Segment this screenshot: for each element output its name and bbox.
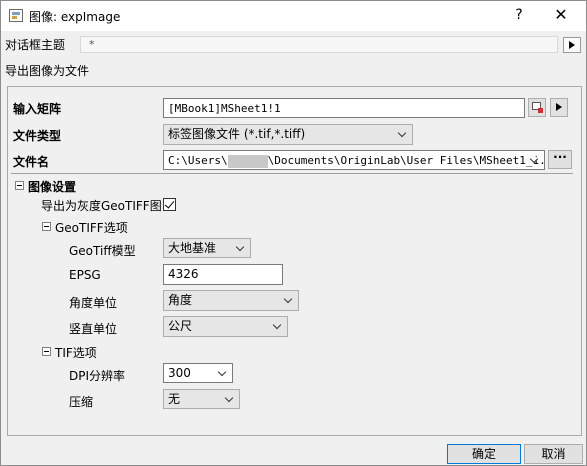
browse-button[interactable]: ··· [548, 150, 572, 169]
title-bar: 图像: expImage ? ✕ [1, 1, 586, 31]
epsg-label: EPSG [69, 268, 101, 282]
ok-button[interactable]: 确定 [447, 444, 521, 464]
file-name-prefix: C:\Users\ [168, 154, 228, 167]
theme-field[interactable]: * [80, 36, 558, 53]
window-title: 图像: expImage [29, 10, 121, 24]
vertical-unit-dropdown[interactable]: 公尺 [163, 316, 288, 337]
theme-value: * [89, 38, 95, 51]
vertical-unit-label: 竖直单位 [69, 322, 118, 336]
select-range-icon[interactable] [528, 98, 546, 117]
file-type-value: 标签图像文件 (*.tif,*.tiff) [168, 127, 306, 141]
chevron-down-icon [272, 320, 282, 330]
theme-menu-button[interactable] [563, 37, 581, 53]
input-matrix-field[interactable]: [MBook1]MSheet1!1 [163, 98, 525, 118]
collapse-geotiff-icon[interactable] [42, 222, 51, 231]
theme-label: 对话框主题 [5, 38, 66, 52]
redacted-username [227, 154, 268, 168]
geotiff-model-label: GeoTiff模型 [69, 244, 136, 258]
file-name-label: 文件名 [13, 155, 50, 169]
dpi-label: DPI分辨率 [69, 369, 126, 383]
epsg-input[interactable]: 4326 [163, 264, 283, 285]
dpi-value: 300 [168, 366, 191, 380]
chevron-down-icon [283, 294, 293, 304]
help-button[interactable]: ? [509, 5, 529, 25]
vertical-unit-value: 公尺 [168, 319, 193, 333]
collapse-image-settings-icon[interactable] [15, 181, 24, 190]
cancel-button[interactable]: 取消 [524, 444, 583, 464]
chevron-down-icon [235, 242, 245, 252]
grayscale-label: 导出为灰度GeoTIFF图 [41, 199, 162, 213]
grayscale-checkbox[interactable] [163, 198, 176, 211]
chevron-down-icon [397, 128, 407, 138]
dpi-dropdown[interactable]: 300 [163, 363, 233, 383]
angle-unit-label: 角度单位 [69, 296, 118, 310]
geotiff-options-label: GeoTIFF选项 [55, 221, 128, 235]
angle-unit-dropdown[interactable]: 角度 [163, 290, 299, 311]
compression-label: 压缩 [69, 395, 94, 409]
arrow-right-icon [556, 103, 562, 111]
arrow-right-icon [569, 41, 575, 49]
geotiff-model-dropdown[interactable]: 大地基准 [163, 238, 251, 258]
tif-options-label: TIF选项 [55, 346, 97, 360]
chevron-down-icon [217, 367, 227, 377]
image-app-icon [9, 9, 23, 22]
close-button[interactable]: ✕ [549, 5, 573, 25]
file-name-field[interactable]: C:\Users\ \Documents\OriginLab\User Files… [163, 150, 545, 170]
compression-dropdown[interactable]: 无 [163, 389, 240, 409]
file-type-dropdown[interactable]: 标签图像文件 (*.tif,*.tiff) [163, 124, 413, 145]
dialog-window: 图像: expImage ? ✕ 对话框主题 * 导出图像为文件 输入矩阵 [M… [0, 0, 587, 466]
angle-unit-value: 角度 [168, 293, 193, 307]
geotiff-model-value: 大地基准 [168, 241, 217, 255]
section-heading: 导出图像为文件 [5, 64, 90, 78]
file-type-label: 文件类型 [13, 129, 62, 143]
chevron-down-icon [224, 393, 234, 403]
collapse-tif-icon[interactable] [42, 347, 51, 356]
compression-value: 无 [168, 392, 181, 406]
separator-line [11, 173, 573, 174]
file-name-suffix: \Documents\OriginLab\User Files\MSheet1_… [267, 154, 545, 167]
input-matrix-label: 输入矩阵 [13, 102, 62, 116]
image-settings-label: 图像设置 [28, 180, 77, 194]
input-matrix-menu-button[interactable] [550, 98, 568, 117]
